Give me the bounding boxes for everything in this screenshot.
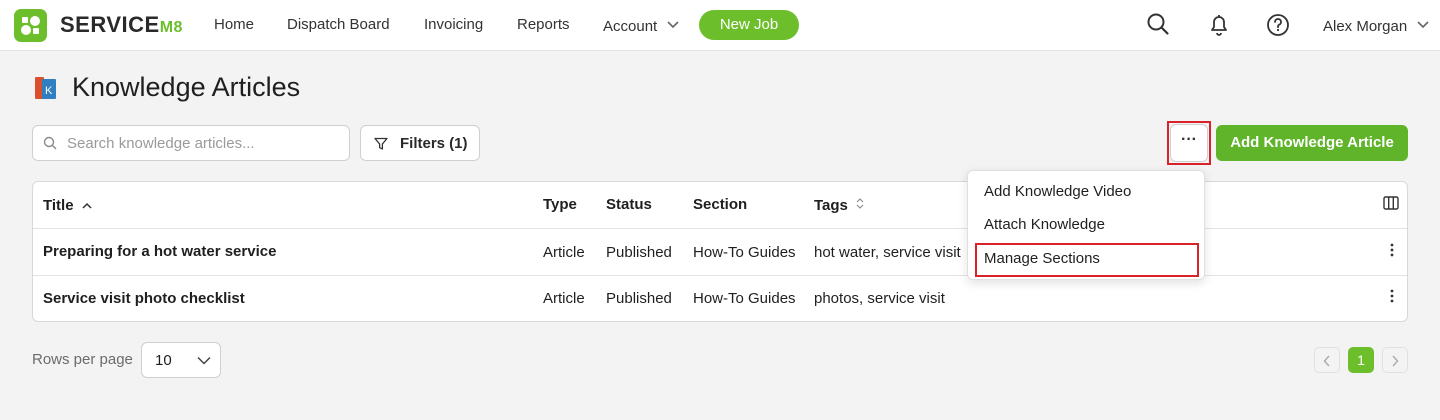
- chevron-down-icon: [667, 16, 679, 33]
- cell-title[interactable]: Service visit photo checklist: [43, 290, 245, 307]
- notifications-bell-icon[interactable]: [1206, 12, 1232, 38]
- nav-invoicing[interactable]: Invoicing: [424, 16, 483, 33]
- sort-unsorted-icon: [856, 196, 864, 213]
- chevron-down-icon: [1417, 16, 1429, 33]
- user-menu[interactable]: Alex Morgan: [1323, 16, 1429, 35]
- rows-per-page-label: Rows per page: [32, 351, 133, 368]
- search-icon[interactable]: [1146, 12, 1172, 38]
- brand-suffix: M8: [159, 19, 183, 36]
- filters-label: Filters (1): [400, 135, 468, 152]
- help-icon[interactable]: [1266, 12, 1292, 38]
- next-page-button[interactable]: [1382, 347, 1408, 373]
- column-tags-label: Tags: [814, 197, 848, 214]
- add-knowledge-article-button[interactable]: Add Knowledge Article: [1216, 125, 1408, 161]
- servicem8-logo-icon[interactable]: [14, 9, 47, 42]
- row-actions-icon[interactable]: [1385, 241, 1399, 261]
- rows-per-page-select[interactable]: 10: [141, 342, 221, 378]
- cell-type: Article: [543, 290, 585, 307]
- search-icon: [43, 136, 57, 150]
- svg-text:K: K: [45, 85, 53, 97]
- more-actions-button[interactable]: ···: [1170, 124, 1208, 162]
- cell-type: Article: [543, 244, 585, 261]
- nav-home[interactable]: Home: [214, 16, 254, 33]
- sort-ascending-icon: [82, 196, 92, 213]
- column-header-status[interactable]: Status: [606, 196, 652, 213]
- chevron-left-icon: [1323, 355, 1330, 367]
- previous-page-button[interactable]: [1314, 347, 1340, 373]
- nav-reports[interactable]: Reports: [517, 16, 570, 33]
- cell-tags: hot water, service visit: [814, 244, 961, 261]
- rows-per-page-value: 10: [155, 352, 172, 369]
- user-name: Alex Morgan: [1323, 18, 1408, 35]
- page-title: Knowledge Articles: [72, 72, 301, 102]
- column-header-section[interactable]: Section: [693, 196, 747, 213]
- row-actions-icon[interactable]: [1385, 287, 1399, 307]
- filter-funnel-icon: [374, 137, 388, 150]
- top-navigation-bar: SERVICEM8 Home Dispatch Board Invoicing …: [0, 0, 1440, 51]
- menu-item-manage-sections[interactable]: Manage Sections: [984, 250, 1100, 267]
- column-header-title[interactable]: Title: [43, 196, 92, 214]
- cell-status: Published: [606, 290, 672, 307]
- menu-item-add-knowledge-video[interactable]: Add Knowledge Video: [984, 183, 1131, 200]
- knowledge-book-icon: K: [34, 75, 58, 101]
- brand-logo-text[interactable]: SERVICEM8: [60, 12, 183, 38]
- brand-name: SERVICE: [60, 12, 160, 37]
- chevron-down-icon: [197, 356, 211, 365]
- column-header-tags[interactable]: Tags: [814, 196, 864, 214]
- new-job-button[interactable]: New Job: [699, 10, 799, 40]
- cell-section: How-To Guides: [693, 290, 796, 307]
- page-number-button[interactable]: 1: [1348, 347, 1374, 373]
- filters-button[interactable]: Filters (1): [360, 125, 480, 161]
- cell-tags: photos, service visit: [814, 290, 945, 307]
- nav-account-label: Account: [603, 18, 658, 35]
- menu-item-attach-knowledge[interactable]: Attach Knowledge: [984, 216, 1105, 233]
- search-box[interactable]: [32, 125, 350, 161]
- table-row[interactable]: Service visit photo checklist Article Pu…: [33, 276, 1407, 322]
- cell-section: How-To Guides: [693, 244, 796, 261]
- cell-title[interactable]: Preparing for a hot water service: [43, 243, 276, 260]
- chevron-right-icon: [1392, 355, 1399, 367]
- column-header-type[interactable]: Type: [543, 196, 577, 213]
- search-input[interactable]: [67, 126, 337, 160]
- nav-account[interactable]: Account: [603, 16, 679, 35]
- nav-dispatch-board[interactable]: Dispatch Board: [287, 16, 390, 33]
- cell-status: Published: [606, 244, 672, 261]
- more-actions-dropdown: Add Knowledge Video Attach Knowledge Man…: [967, 170, 1205, 280]
- columns-settings-icon[interactable]: [1383, 196, 1399, 215]
- column-title-label: Title: [43, 197, 74, 214]
